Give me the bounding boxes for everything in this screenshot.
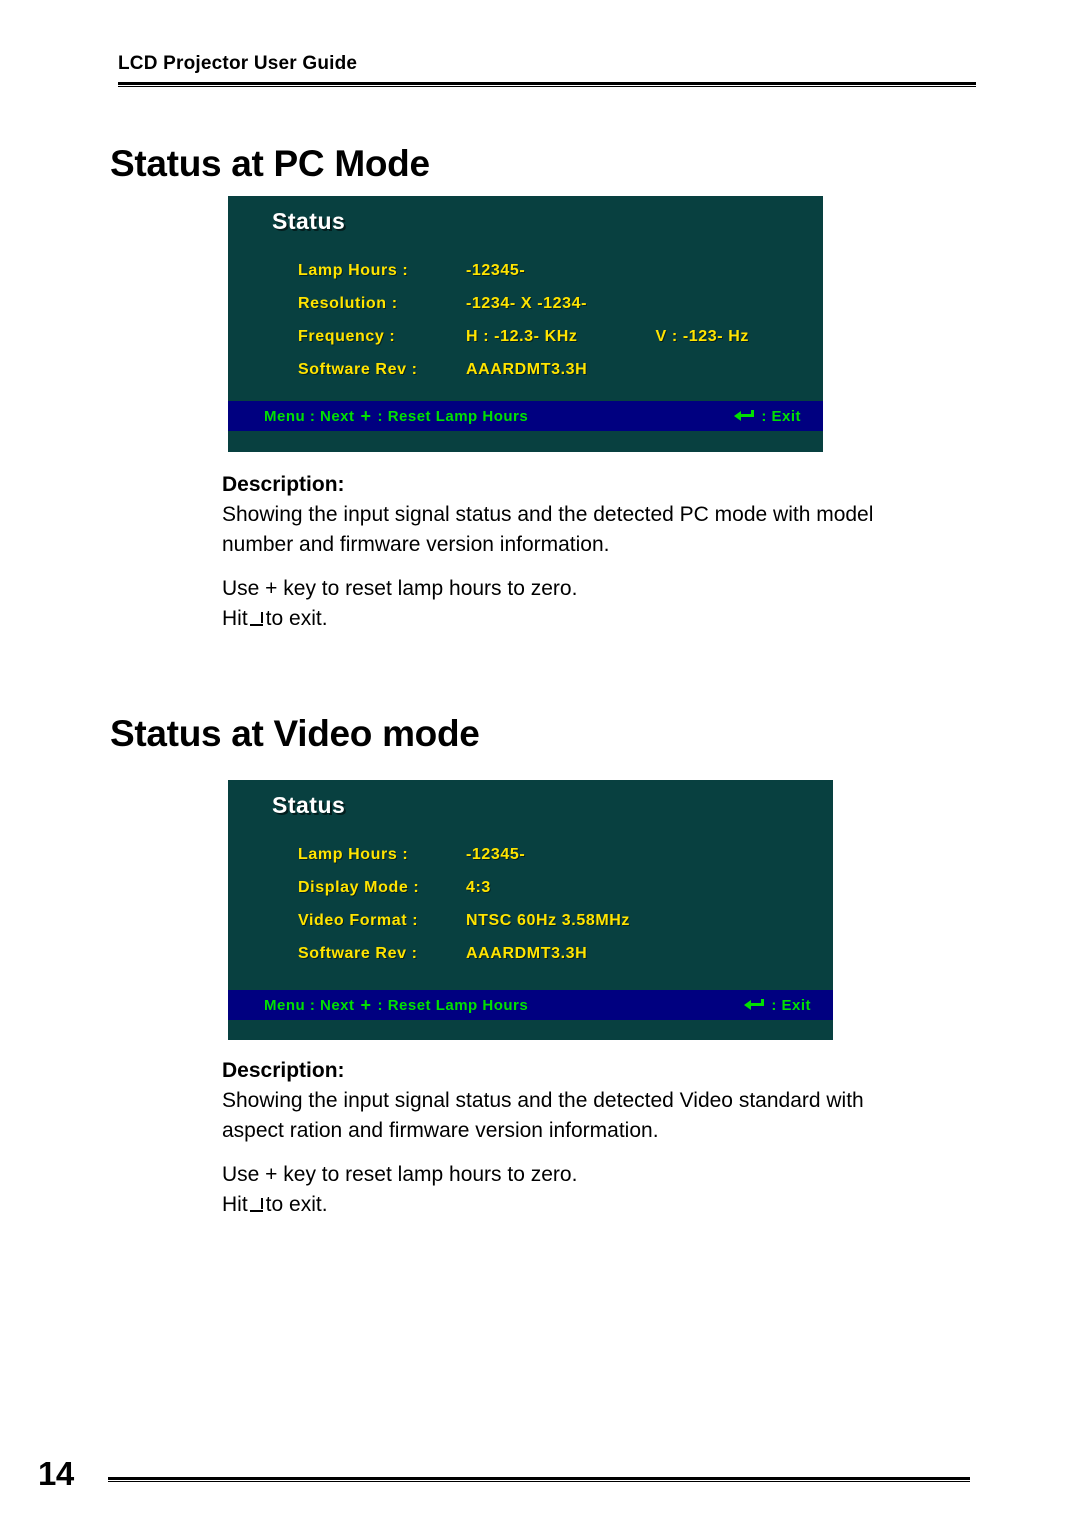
description-title: Description: xyxy=(222,1059,345,1082)
osd-rows-video: Lamp Hours : -12345- Display Mode : 4:3 … xyxy=(298,846,823,978)
osd-row-value: -12345- xyxy=(466,846,526,863)
osd-row-label: Frequency : xyxy=(298,328,396,345)
osd-row-value: -12345- xyxy=(466,262,526,279)
description-block-pc-mode: Description: Showing the input signal st… xyxy=(222,470,882,634)
description-paragraph-1: Showing the input signal status and the … xyxy=(222,503,874,556)
section-heading-video-mode: Status at Video mode xyxy=(110,712,480,754)
osd-footer-menu-label: Menu : Next xyxy=(264,407,355,425)
return-key-icon xyxy=(249,612,264,626)
section-heading-pc-mode: Status at PC Mode xyxy=(110,142,430,184)
description-exit-suffix: to exit. xyxy=(265,607,328,630)
description-block-video-mode: Description: Showing the input signal st… xyxy=(222,1056,912,1220)
osd-footer-exit-label: : Exit xyxy=(761,407,801,425)
osd-row: Lamp Hours : -12345- xyxy=(298,262,813,295)
osd-row-value: H : -12.3- KHz xyxy=(466,328,578,345)
osd-footer-bar-video: Menu : Next + : Reset Lamp Hours : Exit xyxy=(228,990,833,1020)
osd-row: Video Format : NTSC 60Hz 3.58MHz xyxy=(298,912,823,945)
plus-key-icon: + xyxy=(360,406,372,426)
return-key-icon xyxy=(249,1198,264,1212)
osd-panel-video-mode: Status Lamp Hours : -12345- Display Mode… xyxy=(228,780,833,1040)
enter-key-icon xyxy=(734,409,755,423)
osd-footer-exit-hint: : Exit xyxy=(734,408,801,425)
osd-row: Software Rev : AAARDMT3.3H xyxy=(298,945,823,978)
osd-footer-exit-hint: : Exit xyxy=(744,997,811,1014)
osd-row-value: AAARDMT3.3H xyxy=(466,945,588,962)
osd-row-value: NTSC 60Hz 3.58MHz xyxy=(466,912,631,929)
description-exit-prefix: Hit xyxy=(222,1193,248,1216)
osd-row-label: Lamp Hours : xyxy=(298,262,409,279)
osd-row-label: Lamp Hours : xyxy=(298,846,409,863)
description-paragraph-2: Use + key to reset lamp hours to zero. xyxy=(222,577,578,600)
osd-row-label: Software Rev : xyxy=(298,361,418,378)
footer-divider-rule xyxy=(108,1477,970,1482)
description-paragraph-3: Hit to exit. xyxy=(222,1190,912,1220)
description-exit-suffix: to exit. xyxy=(265,1193,328,1216)
osd-footer-exit-label: : Exit xyxy=(771,996,811,1014)
osd-row-label: Display Mode : xyxy=(298,879,420,896)
osd-rows-pc: Lamp Hours : -12345- Resolution : -1234-… xyxy=(298,262,813,394)
osd-footer-reset-label: : Reset Lamp Hours xyxy=(377,407,529,425)
plus-key-icon: + xyxy=(360,995,372,1015)
osd-row: Software Rev : AAARDMT3.3H xyxy=(298,361,813,394)
page-number: 14 xyxy=(38,1455,74,1492)
osd-row-label: Software Rev : xyxy=(298,945,418,962)
running-header-title: LCD Projector User Guide xyxy=(118,53,358,74)
osd-footer-bar-pc: Menu : Next + : Reset Lamp Hours : Exit xyxy=(228,401,823,431)
description-title: Description: xyxy=(222,473,345,496)
osd-panel-pc-mode: Status Lamp Hours : -12345- Resolution :… xyxy=(228,196,823,452)
header-divider-rule xyxy=(118,82,976,87)
enter-key-icon xyxy=(744,998,765,1012)
page-root: { "header": { "running_title": "LCD Proj… xyxy=(0,0,1080,1529)
description-paragraph-1: Showing the input signal status and the … xyxy=(222,1089,864,1142)
osd-row-value-secondary: V : -123- Hz xyxy=(655,328,749,345)
osd-row: Resolution : -1234- X -1234- xyxy=(298,295,813,328)
osd-row-value: 4:3 xyxy=(466,879,491,896)
osd-row: Lamp Hours : -12345- xyxy=(298,846,823,879)
osd-row: Frequency : H : -12.3- KHz V : -123- Hz xyxy=(298,328,813,361)
description-paragraph-3: Hit to exit. xyxy=(222,604,882,634)
osd-row-value: -1234- X -1234- xyxy=(466,295,588,312)
osd-footer-reset-label: : Reset Lamp Hours xyxy=(377,996,529,1014)
running-header: LCD Projector User Guide xyxy=(118,52,976,76)
osd-row-label: Resolution : xyxy=(298,295,398,312)
osd-title-pc: Status xyxy=(272,208,346,234)
description-exit-prefix: Hit xyxy=(222,607,248,630)
osd-row-label: Video Format : xyxy=(298,912,419,929)
osd-title-video: Status xyxy=(272,792,346,818)
osd-footer-hints: Menu : Next + : Reset Lamp Hours xyxy=(264,996,528,1014)
osd-row-value: AAARDMT3.3H xyxy=(466,361,588,378)
osd-row: Display Mode : 4:3 xyxy=(298,879,823,912)
description-paragraph-2: Use + key to reset lamp hours to zero. xyxy=(222,1163,578,1186)
osd-footer-menu-label: Menu : Next xyxy=(264,996,355,1014)
osd-footer-hints: Menu : Next + : Reset Lamp Hours xyxy=(264,407,528,425)
